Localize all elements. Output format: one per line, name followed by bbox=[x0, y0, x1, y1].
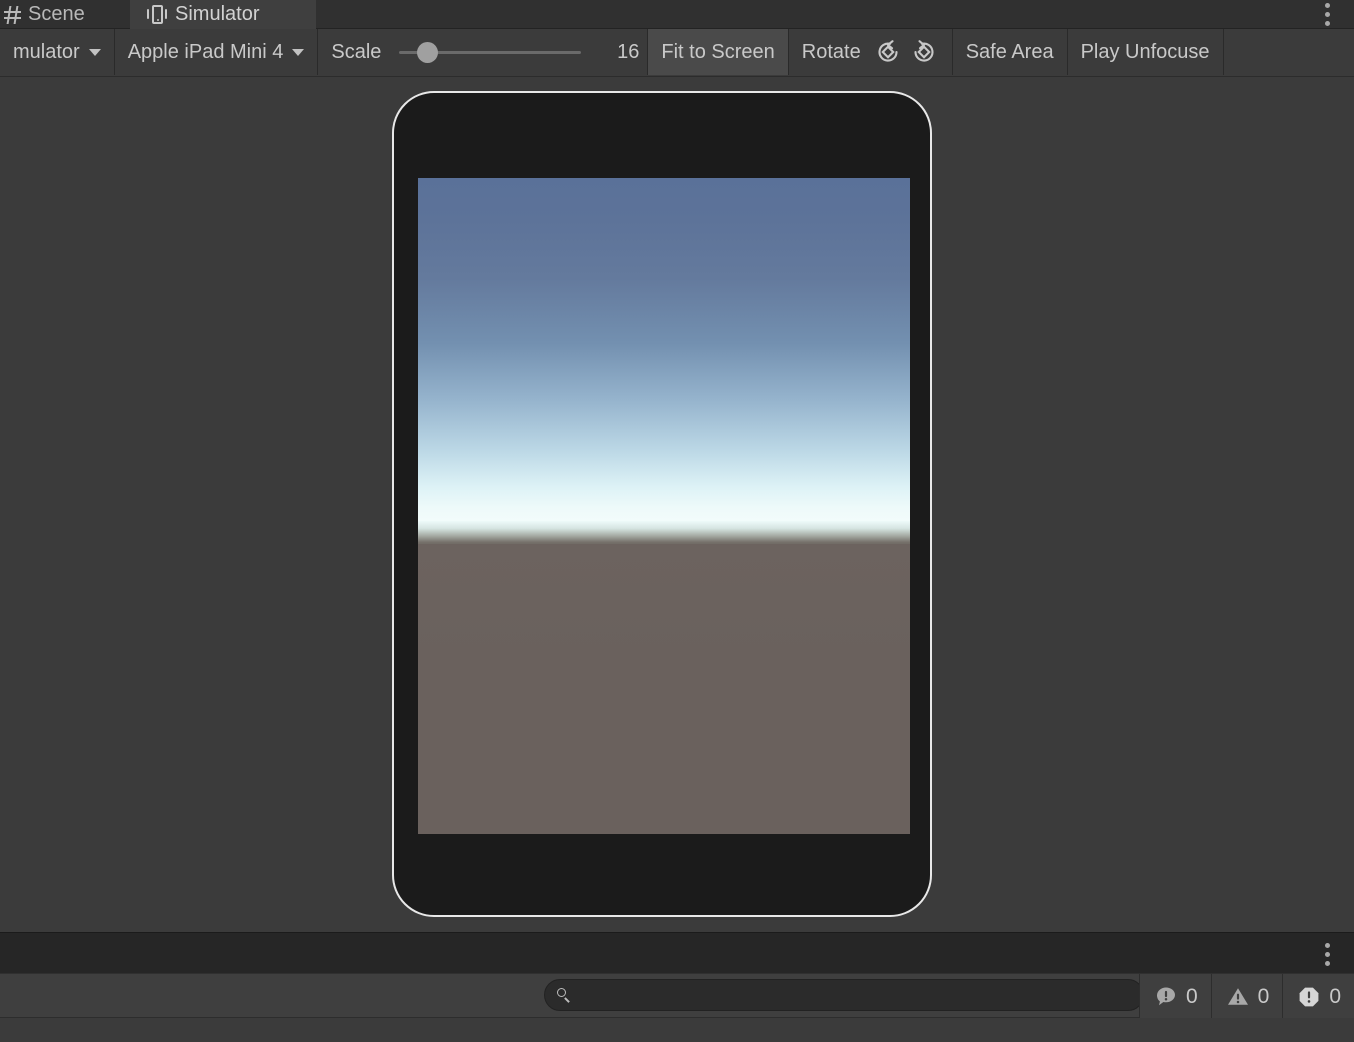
chevron-down-icon bbox=[88, 48, 101, 56]
scale-value: 16 bbox=[617, 40, 640, 63]
simulator-viewport[interactable] bbox=[0, 78, 1354, 932]
tab-overflow-menu-button[interactable] bbox=[1315, 0, 1339, 29]
scale-label: Scale bbox=[331, 40, 382, 63]
chevron-down-icon bbox=[292, 48, 305, 56]
tab-scene[interactable]: Scene bbox=[0, 0, 130, 29]
console-search-field[interactable] bbox=[544, 979, 1144, 1011]
tab-scene-label: Scene bbox=[28, 3, 85, 25]
rotate-buttons bbox=[873, 37, 939, 67]
info-bubble-icon bbox=[1156, 987, 1175, 1005]
device-dropdown[interactable]: Apple iPad Mini 4 bbox=[114, 29, 319, 75]
rotate-label: Rotate bbox=[801, 40, 861, 63]
console-toolbar: 0 0 0 bbox=[0, 973, 1354, 1019]
console-warning-count: 0 bbox=[1257, 984, 1270, 1008]
play-unfocused-button[interactable]: Play Unfocuse bbox=[1067, 29, 1224, 75]
play-unfocused-label: Play Unfocuse bbox=[1080, 40, 1210, 63]
console-warning-counter[interactable]: 0 bbox=[1210, 974, 1283, 1019]
console-info-count: 0 bbox=[1185, 984, 1198, 1008]
search-icon bbox=[557, 987, 572, 1003]
safe-area-label: Safe Area bbox=[965, 40, 1054, 63]
warning-triangle-icon bbox=[1227, 987, 1248, 1005]
device-screen[interactable] bbox=[418, 178, 910, 834]
error-octagon-icon bbox=[1299, 987, 1319, 1006]
rotate-clockwise-icon[interactable] bbox=[909, 37, 939, 67]
rotate-control: Rotate bbox=[788, 29, 953, 75]
skybox-ground bbox=[418, 544, 910, 834]
console-footer bbox=[0, 1018, 1354, 1042]
safe-area-button[interactable]: Safe Area bbox=[952, 29, 1068, 75]
device-dropdown-label: Apple iPad Mini 4 bbox=[127, 40, 284, 63]
simulator-toolbar: mulator Apple iPad Mini 4 Scale 16 Fit t… bbox=[0, 29, 1354, 77]
console-info-counter[interactable]: 0 bbox=[1138, 974, 1211, 1019]
console-overflow-menu-button[interactable] bbox=[1315, 936, 1339, 972]
rotate-counterclockwise-icon[interactable] bbox=[873, 37, 903, 67]
device-frame bbox=[392, 91, 932, 917]
tab-strip: Scene Simulator bbox=[0, 0, 1354, 29]
device-icon bbox=[146, 5, 168, 24]
tab-simulator-label: Simulator bbox=[175, 3, 260, 25]
scene-grid-icon bbox=[4, 6, 21, 24]
console-error-counter[interactable]: 0 bbox=[1282, 974, 1354, 1019]
fit-to-screen-label: Fit to Screen bbox=[661, 40, 775, 63]
console-tab-strip bbox=[0, 932, 1354, 973]
console-error-count: 0 bbox=[1329, 984, 1341, 1008]
unity-editor-window: Scene Simulator mulator Apple iPad Mini … bbox=[0, 0, 1354, 1042]
skybox-sky bbox=[418, 178, 910, 537]
scale-control: Scale 16 bbox=[318, 29, 649, 75]
scale-slider-handle[interactable] bbox=[416, 42, 438, 63]
simulator-dropdown-label: mulator bbox=[13, 40, 80, 63]
scale-slider[interactable] bbox=[399, 42, 582, 63]
simulator-dropdown[interactable]: mulator bbox=[0, 29, 115, 75]
search-input[interactable] bbox=[578, 980, 1143, 1010]
console-counters: 0 0 0 bbox=[1138, 974, 1354, 1019]
tab-simulator[interactable]: Simulator bbox=[130, 0, 316, 29]
fit-to-screen-button[interactable]: Fit to Screen bbox=[648, 29, 789, 75]
